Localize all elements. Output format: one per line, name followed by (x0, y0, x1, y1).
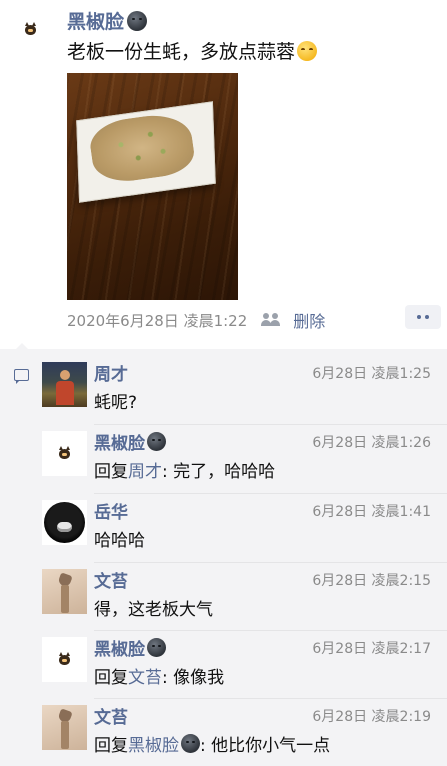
delete-link[interactable]: 删除 (293, 308, 325, 332)
reply-to-name[interactable]: 黑椒脸 (128, 731, 200, 756)
post-text: 老板一份生蚝，多放点蒜蓉 (67, 37, 318, 64)
visibility-people-icon[interactable] (261, 313, 283, 327)
comment-text: 蚝呢? (94, 393, 138, 413)
commenter-avatar[interactable] (42, 431, 87, 476)
divider (94, 493, 447, 494)
comment-time: 6月28日 凌晨2:15 (312, 573, 431, 589)
moon-face-icon (147, 638, 166, 657)
reply-prefix: 回复 (94, 668, 128, 688)
comment-text: 回复 周才 : 完了，哈哈哈 (94, 457, 275, 482)
reply-to-name[interactable]: 周才 (128, 457, 162, 482)
more-actions-button[interactable] (405, 305, 441, 329)
cat-avatar-icon (24, 22, 36, 35)
smiley-icon (297, 40, 318, 61)
comment-time: 6月28日 凌晨1:41 (312, 504, 431, 520)
commenter-name[interactable]: 文苔 (94, 567, 128, 592)
commenter-avatar[interactable] (42, 637, 87, 682)
comment-text: 回复 黑椒脸 : 他比你小气一点 (94, 731, 330, 756)
commenter-avatar[interactable] (42, 362, 87, 407)
comment-time: 6月28日 凌晨2:19 (312, 709, 431, 725)
post-author-label: 黑椒脸 (67, 11, 125, 33)
author-avatar[interactable] (14, 14, 46, 46)
commenter-name[interactable]: 文苔 (94, 703, 128, 728)
divider (94, 630, 447, 631)
commenter-avatar[interactable] (42, 500, 87, 545)
comment-time: 6月28日 凌晨1:26 (312, 435, 431, 451)
reply-prefix: 回复 (94, 736, 128, 756)
comment-item[interactable]: 文苔 6月28日 凌晨2:19 回复 黑椒脸 : 他比你小气一点 (0, 698, 447, 766)
commenter-avatar[interactable] (42, 569, 87, 614)
moon-face-icon (181, 734, 200, 753)
post-meta: 2020年6月28日 凌晨1:22 删除 (67, 308, 325, 332)
dot-icon (417, 315, 421, 319)
comment-time: 6月28日 凌晨1:25 (312, 366, 431, 382)
divider (94, 562, 447, 563)
divider (94, 698, 447, 699)
commenter-name[interactable]: 周才 (94, 360, 128, 385)
comment-item[interactable]: 黑椒脸 6月28日 凌晨2:17 回复 文苔 : 像像我 (0, 630, 447, 698)
comment-text: 得，这老板大气 (94, 600, 213, 620)
post-text-content: 老板一份生蚝，多放点蒜蓉 (67, 41, 296, 63)
comment-item[interactable]: 黑椒脸 6月28日 凌晨1:26 回复 周才 : 完了，哈哈哈 (0, 424, 447, 492)
commenter-name[interactable]: 黑椒脸 (94, 635, 166, 660)
comment-item[interactable]: 岳华 6月28日 凌晨1:41 哈哈哈 (0, 493, 447, 561)
commenter-name[interactable]: 岳华 (94, 498, 128, 523)
comment-text: 哈哈哈 (94, 531, 145, 551)
post-timestamp: 2020年6月28日 凌晨1:22 (67, 311, 248, 330)
comment-text: 回复 文苔 : 像像我 (94, 663, 224, 688)
post-author-name[interactable]: 黑椒脸 (67, 7, 148, 34)
comment-time: 6月28日 凌晨2:17 (312, 641, 431, 657)
divider (94, 424, 447, 425)
moon-face-icon (147, 432, 166, 451)
post-photo[interactable] (67, 73, 238, 300)
reply-to-name[interactable]: 文苔 (128, 663, 162, 688)
comment-item[interactable]: 文苔 6月28日 凌晨2:15 得，这老板大气 (0, 562, 447, 630)
commenter-avatar[interactable] (42, 705, 87, 750)
comments-panel: 周才 6月28日 凌晨1:25 蚝呢? 黑椒脸 6月28日 凌晨1:26 回复 … (0, 343, 447, 766)
reply-prefix: 回复 (94, 462, 128, 482)
comment-item[interactable]: 周才 6月28日 凌晨1:25 蚝呢? (0, 355, 447, 423)
commenter-name[interactable]: 黑椒脸 (94, 429, 166, 454)
dot-icon (425, 315, 429, 319)
cat-avatar-icon (59, 445, 70, 459)
cat-avatar-icon (59, 651, 70, 665)
moon-face-icon (127, 10, 148, 31)
